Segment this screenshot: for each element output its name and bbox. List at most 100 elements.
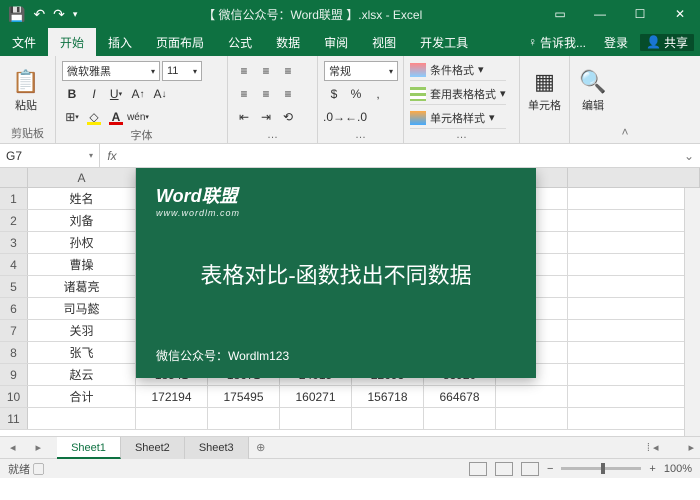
cell[interactable]: 172194 xyxy=(136,386,208,407)
percent-button[interactable]: % xyxy=(346,84,366,104)
cell[interactable] xyxy=(136,408,208,429)
align-top-button[interactable]: ≡ xyxy=(234,61,254,81)
decrease-indent-button[interactable]: ⇤ xyxy=(234,107,254,127)
view-normal-button[interactable] xyxy=(469,462,487,476)
align-bottom-button[interactable]: ≡ xyxy=(278,61,298,81)
cell[interactable]: 曹操 xyxy=(28,254,136,275)
tab-home[interactable]: 开始 xyxy=(48,28,96,56)
zoom-in-button[interactable]: + xyxy=(649,463,655,475)
table-format-button[interactable]: 套用表格格式 ▾ xyxy=(410,83,506,105)
comma-button[interactable]: , xyxy=(368,84,388,104)
cell-styles-button[interactable]: 单元格样式 ▾ xyxy=(410,107,506,129)
phonetic-button[interactable]: wén▾ xyxy=(128,107,148,127)
add-sheet-button[interactable]: ⊕ xyxy=(249,441,273,454)
name-box[interactable]: G7▾ xyxy=(0,144,100,167)
fx-button[interactable]: fx xyxy=(100,149,124,163)
border-button[interactable]: ⊞▾ xyxy=(62,107,82,127)
login-button[interactable]: 登录 xyxy=(598,34,634,51)
font-color-button[interactable]: A xyxy=(106,107,126,127)
bold-button[interactable]: B xyxy=(62,84,82,104)
cell[interactable] xyxy=(568,254,700,275)
increase-decimal-button[interactable]: .0→ xyxy=(324,107,344,127)
cell[interactable] xyxy=(568,232,700,253)
editing-button[interactable]: 🔍编辑 xyxy=(576,59,610,123)
align-center-button[interactable]: ≡ xyxy=(256,84,276,104)
tab-data[interactable]: 数据 xyxy=(264,28,312,56)
vertical-scrollbar[interactable] xyxy=(684,188,700,436)
row-header[interactable]: 4 xyxy=(0,254,28,275)
zoom-level[interactable]: 100% xyxy=(664,463,692,475)
row-header[interactable]: 9 xyxy=(0,364,28,385)
redo-icon[interactable]: ↷ xyxy=(53,6,65,23)
sheet-tab[interactable]: Sheet1 xyxy=(57,437,121,459)
cell[interactable]: 160271 xyxy=(280,386,352,407)
cell[interactable]: 664678 xyxy=(424,386,496,407)
cell[interactable] xyxy=(208,408,280,429)
cell[interactable] xyxy=(568,276,700,297)
align-middle-button[interactable]: ≡ xyxy=(256,61,276,81)
cell[interactable] xyxy=(568,210,700,231)
maximize-button[interactable]: ☐ xyxy=(620,0,660,28)
zoom-out-button[interactable]: − xyxy=(547,463,553,475)
view-break-button[interactable] xyxy=(521,462,539,476)
cell[interactable] xyxy=(568,342,700,363)
row-header[interactable]: 10 xyxy=(0,386,28,407)
tab-review[interactable]: 审阅 xyxy=(312,28,360,56)
cell[interactable]: 赵云 xyxy=(28,364,136,385)
fill-color-button[interactable]: ◇ xyxy=(84,107,104,127)
tab-view[interactable]: 视图 xyxy=(360,28,408,56)
cell[interactable] xyxy=(568,386,700,407)
cell[interactable] xyxy=(496,386,568,407)
row-header[interactable]: 7 xyxy=(0,320,28,341)
underline-button[interactable]: U▾ xyxy=(106,84,126,104)
cell[interactable] xyxy=(424,408,496,429)
tab-formulas[interactable]: 公式 xyxy=(216,28,264,56)
qat-dropdown-icon[interactable]: ▾ xyxy=(73,9,78,20)
zoom-slider[interactable] xyxy=(561,467,641,470)
italic-button[interactable]: I xyxy=(84,84,104,104)
view-layout-button[interactable] xyxy=(495,462,513,476)
cell[interactable]: 姓名 xyxy=(28,188,136,209)
font-name-combo[interactable]: 微软雅黑▾ xyxy=(62,61,160,81)
row-header[interactable]: 1 xyxy=(0,188,28,209)
cell[interactable]: 张飞 xyxy=(28,342,136,363)
minimize-button[interactable]: — xyxy=(580,0,620,28)
cell[interactable]: 156718 xyxy=(352,386,424,407)
tab-file[interactable]: 文件 xyxy=(0,28,48,56)
undo-icon[interactable]: ↶ xyxy=(33,6,45,23)
cell[interactable] xyxy=(568,364,700,385)
close-button[interactable]: ✕ xyxy=(660,0,700,28)
sheet-nav-prev[interactable]: ◂ xyxy=(0,441,26,454)
sheet-tab[interactable]: Sheet3 xyxy=(185,437,249,459)
horizontal-scrollbar[interactable]: ⁞ ◂▸ xyxy=(273,441,700,454)
cell[interactable]: 刘备 xyxy=(28,210,136,231)
row-header[interactable]: 5 xyxy=(0,276,28,297)
save-icon[interactable]: 💾 xyxy=(8,6,25,23)
font-size-combo[interactable]: 11▾ xyxy=(162,61,202,81)
cell[interactable] xyxy=(496,408,568,429)
share-button[interactable]: 👤共享 xyxy=(640,34,694,51)
row-header[interactable]: 2 xyxy=(0,210,28,231)
cell[interactable] xyxy=(280,408,352,429)
row-header[interactable]: 6 xyxy=(0,298,28,319)
align-left-button[interactable]: ≡ xyxy=(234,84,254,104)
cell[interactable]: 关羽 xyxy=(28,320,136,341)
sheet-nav-next[interactable]: ▸ xyxy=(26,441,52,454)
align-right-button[interactable]: ≡ xyxy=(278,84,298,104)
expand-formula-bar[interactable]: ⌄ xyxy=(678,149,700,163)
orientation-button[interactable]: ⟲ xyxy=(278,107,298,127)
number-format-combo[interactable]: 常规▾ xyxy=(324,61,398,81)
cell[interactable] xyxy=(568,320,700,341)
cell[interactable]: 孙权 xyxy=(28,232,136,253)
cell[interactable] xyxy=(28,408,136,429)
row-header[interactable]: 3 xyxy=(0,232,28,253)
conditional-format-button[interactable]: 条件格式 ▾ xyxy=(410,59,506,81)
paste-button[interactable]: 📋粘贴 xyxy=(6,59,46,123)
decrease-decimal-button[interactable]: ←.0 xyxy=(346,107,366,127)
row-header[interactable]: 8 xyxy=(0,342,28,363)
cell[interactable]: 合计 xyxy=(28,386,136,407)
tab-layout[interactable]: 页面布局 xyxy=(144,28,216,56)
macro-record-icon[interactable]: ▢ xyxy=(33,464,44,476)
col-header[interactable]: A xyxy=(28,168,136,187)
cell[interactable]: 175495 xyxy=(208,386,280,407)
